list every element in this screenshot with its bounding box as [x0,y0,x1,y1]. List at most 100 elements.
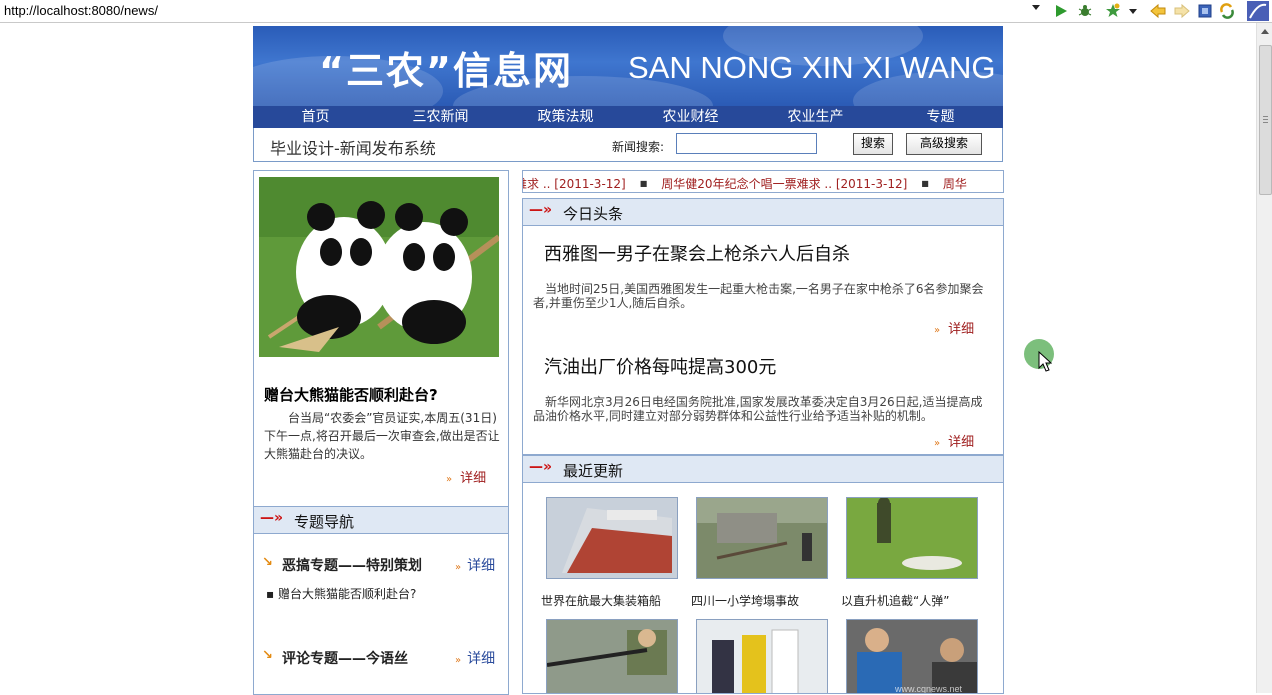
address-bar: http://localhost:8080/news/ [0,0,1272,23]
mouse-pointer-icon [1038,351,1052,372]
nav-item-home[interactable]: 首页 [253,106,378,128]
headline-title[interactable]: 西雅图一男子在聚会上枪杀六人后自杀 [544,240,850,266]
headlines-heading: 今日头条 [563,205,624,223]
nav-item-topics[interactable]: 专题 [878,106,1003,128]
refresh-icon[interactable] [1219,3,1235,19]
topics-header: —» 专题导航 [254,506,508,534]
vertical-scrollbar[interactable] [1256,23,1272,693]
headlines-header: —» 今日头条 [523,198,1003,226]
people-photo [847,620,977,693]
url-dropdown-icon[interactable] [1032,5,1040,10]
ticker-track: 难求 .. [2011-3-12] ■ 周华健20年纪念个唱一票难求 .. [201… [523,175,967,192]
red-arrow-icon: —» [260,510,284,526]
scroll-thumb[interactable] [1259,45,1272,195]
search-input[interactable] [676,133,817,154]
feature-title[interactable]: 赠台大熊猫能否顺利赴台? [264,384,438,405]
grip-line [1263,119,1268,120]
recent-header: —» 最近更新 [523,455,1003,483]
scroll-up-icon[interactable] [1261,29,1269,34]
double-chevron-icon: » [455,562,462,573]
orange-arrow-icon: ↘ [262,555,273,570]
stop-icon[interactable] [1197,3,1213,19]
topics-heading: 专题导航 [294,513,355,531]
search-button[interactable]: 搜索 [853,133,893,155]
search-label: 新闻搜索: [612,140,665,154]
double-chevron-icon: » [446,474,453,485]
helicopter-photo [847,498,977,578]
bullet-icon: ■ [639,179,648,188]
recent-thumb[interactable]: www.cqnews.net [846,619,978,693]
hospital-photo [697,620,827,693]
bullet-icon: ■ [921,179,929,188]
topic-item: ↘ 恶搞专题——特别策划 » 详细 [262,553,506,575]
double-chevron-icon: » [934,325,941,336]
feature-more-link[interactable]: » 详细 [446,467,486,486]
double-chevron-icon: » [455,655,462,666]
star-icon[interactable] [1105,3,1121,19]
panda-photo [259,177,499,357]
more-label: 详细 [460,471,487,486]
ticker-item[interactable]: 难求 .. [2011-3-12] [523,177,626,191]
topic-subitem[interactable]: ▪ 赠台大熊猫能否顺利赴台? [266,585,416,602]
recent-caption[interactable]: 世界在航最大集装箱船 [541,592,661,609]
topic-more-link[interactable]: » 详细 [455,555,495,575]
recent-heading: 最近更新 [563,462,624,480]
back-icon[interactable] [1150,3,1166,19]
bug-icon[interactable] [1077,3,1093,19]
page-header: “三农”信息网 SAN NONG XIN XI WANG 首页 三农新闻 政策法… [253,26,1003,162]
topic-item: ↘ 评论专题——今语丝 » 详细 [262,646,506,668]
advanced-search-button[interactable]: 高级搜索 [906,133,982,155]
grip-line [1263,116,1268,117]
collapse-photo [697,498,827,578]
recent-thumb[interactable] [696,497,828,579]
headlines-panel: —» 今日头条 西雅图一男子在聚会上枪杀六人后自杀 当地时间25日,美国西雅图发… [522,198,1004,455]
topic-more-link[interactable]: » 详细 [455,648,495,668]
more-label: 详细 [948,435,975,450]
feature-image[interactable] [259,177,499,357]
site-name: 毕业设计-新闻发布系统 [270,139,436,158]
app-icon[interactable] [1247,1,1269,21]
main-nav: 首页 三农新闻 政策法规 农业财经 农业生产 专题 [253,106,1003,128]
site-banner: “三农”信息网 SAN NONG XIN XI WANG [253,26,1003,106]
rifle-photo [547,620,677,693]
recent-thumb[interactable] [846,497,978,579]
grip-line [1263,122,1268,123]
feature-summary: 台当局“农委会”官员证实,本周五(31日)下午一点,将召开最后一次审查会,做出是… [264,411,500,461]
nav-item-production[interactable]: 农业生产 [753,106,878,128]
recent-caption[interactable]: 以直升机追截“人弹” [841,592,949,609]
star-dropdown-icon[interactable] [1129,9,1137,14]
recent-panel: —» 最近更新 世界在航最大集装箱船 四川一小学垮塌事故 以直升机追截“人弹” [522,455,1004,694]
forward-icon[interactable] [1174,3,1190,19]
topic-title[interactable]: 评论专题——今语丝 [282,648,408,668]
headline-summary: 当地时间25日,美国西雅图发生一起重大枪击案,一名男子在家中枪杀了6名参加聚会者… [533,282,984,310]
news-ticker: 难求 .. [2011-3-12] ■ 周华健20年纪念个唱一票难求 .. [201… [522,170,1004,193]
nav-item-policy[interactable]: 政策法规 [503,106,628,128]
recent-thumb[interactable] [546,619,678,693]
site-logo-pinyin: SAN NONG XIN XI WANG [628,50,996,85]
headline-summary: 新华网北京3月26日电经国务院批准,国家发展改革委决定自3月26日起,适当提高成… [533,395,983,423]
ticker-item[interactable]: 周华健20年纪念个唱一票难求 .. [2011-3-12] [661,177,907,191]
red-arrow-icon: —» [529,459,553,475]
more-label: 详细 [467,651,496,667]
recent-caption[interactable]: 四川一小学垮塌事故 [691,592,799,609]
ticker-item[interactable]: 周华 [943,177,967,191]
headline-more-link[interactable]: » 详细 [934,431,974,450]
nav-item-finance[interactable]: 农业财经 [628,106,753,128]
recent-thumb[interactable] [546,497,678,579]
red-arrow-icon: —» [529,202,553,218]
play-icon[interactable] [1053,3,1069,19]
recent-thumb[interactable] [696,619,828,693]
search-bar: 毕业设计-新闻发布系统 新闻搜索: 搜索 高级搜索 [253,128,1003,162]
double-chevron-icon: » [934,438,941,449]
ship-photo [547,498,677,578]
orange-arrow-icon: ↘ [262,648,273,663]
headline-title[interactable]: 汽油出厂价格每吨提高300元 [544,353,776,379]
url-field[interactable]: http://localhost:8080/news/ [0,1,1048,21]
headline-more-link[interactable]: » 详细 [934,318,974,337]
left-column: 赠台大熊猫能否顺利赴台? 台当局“农委会”官员证实,本周五(31日)下午一点,将… [253,170,509,695]
nav-item-news[interactable]: 三农新闻 [378,106,503,128]
topic-title[interactable]: 恶搞专题——特别策划 [282,555,422,575]
more-label: 详细 [948,322,975,337]
more-label: 详细 [467,558,496,574]
site-logo-title: “三农”信息网 [319,49,573,93]
